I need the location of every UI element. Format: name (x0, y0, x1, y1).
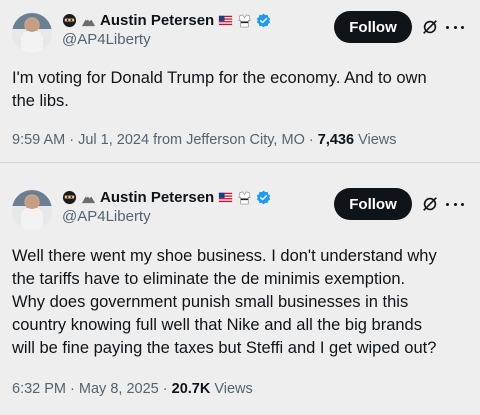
grok-icon[interactable] (421, 195, 439, 213)
karate-uniform-icon (238, 190, 251, 204)
views-count[interactable]: 20.7K (172, 381, 211, 397)
tweet-text: Well there went my shoe business. I don'… (12, 247, 437, 357)
author-name-row[interactable]: Austin Petersen (62, 188, 271, 206)
follow-button[interactable]: Follow (334, 11, 412, 43)
follow-button[interactable]: Follow (334, 188, 412, 220)
ninja-icon (62, 13, 77, 27)
tweet-time[interactable]: 6:32 PM (12, 381, 66, 397)
views-count[interactable]: 7,436 (318, 132, 354, 148)
mountain-icon (81, 194, 96, 203)
author-handle[interactable]: @AP4Liberty (62, 31, 151, 48)
karate-uniform-icon (238, 13, 251, 27)
author-name[interactable]: Austin Petersen (100, 12, 214, 29)
tweet-time[interactable]: 9:59 AM (12, 132, 65, 148)
verified-badge-icon (257, 13, 271, 27)
grok-icon[interactable] (421, 18, 439, 36)
more-icon[interactable] (446, 195, 464, 213)
us-flag-icon (218, 192, 233, 202)
views-label[interactable]: Views (358, 132, 396, 148)
avatar[interactable] (12, 13, 52, 53)
mountain-icon (81, 17, 96, 26)
us-flag-icon (218, 15, 233, 25)
views-label[interactable]: Views (214, 381, 252, 397)
ninja-icon (62, 190, 77, 204)
tweet[interactable]: Austin Petersen @AP4Liberty Follow I'm v… (0, 0, 480, 162)
author-handle[interactable]: @AP4Liberty (62, 208, 151, 225)
tweet-date[interactable]: Jul 1, 2024 (78, 132, 149, 148)
verified-badge-icon (257, 190, 271, 204)
tweet-meta: 6:32 PM · May 8, 2025 · 20.7K Views (12, 381, 253, 397)
avatar[interactable] (12, 190, 52, 230)
more-icon[interactable] (446, 18, 464, 36)
author-name[interactable]: Austin Petersen (100, 189, 214, 206)
tweet-date[interactable]: May 8, 2025 (79, 381, 159, 397)
tweet-location: from Jefferson City, MO (153, 132, 305, 148)
tweet[interactable]: Austin Petersen @AP4Liberty Follow Well … (0, 162, 480, 415)
tweet-text: I'm voting for Donald Trump for the econ… (12, 69, 427, 110)
tweet-meta: 9:59 AM · Jul 1, 2024 from Jefferson Cit… (12, 132, 397, 148)
author-name-row[interactable]: Austin Petersen (62, 11, 271, 29)
